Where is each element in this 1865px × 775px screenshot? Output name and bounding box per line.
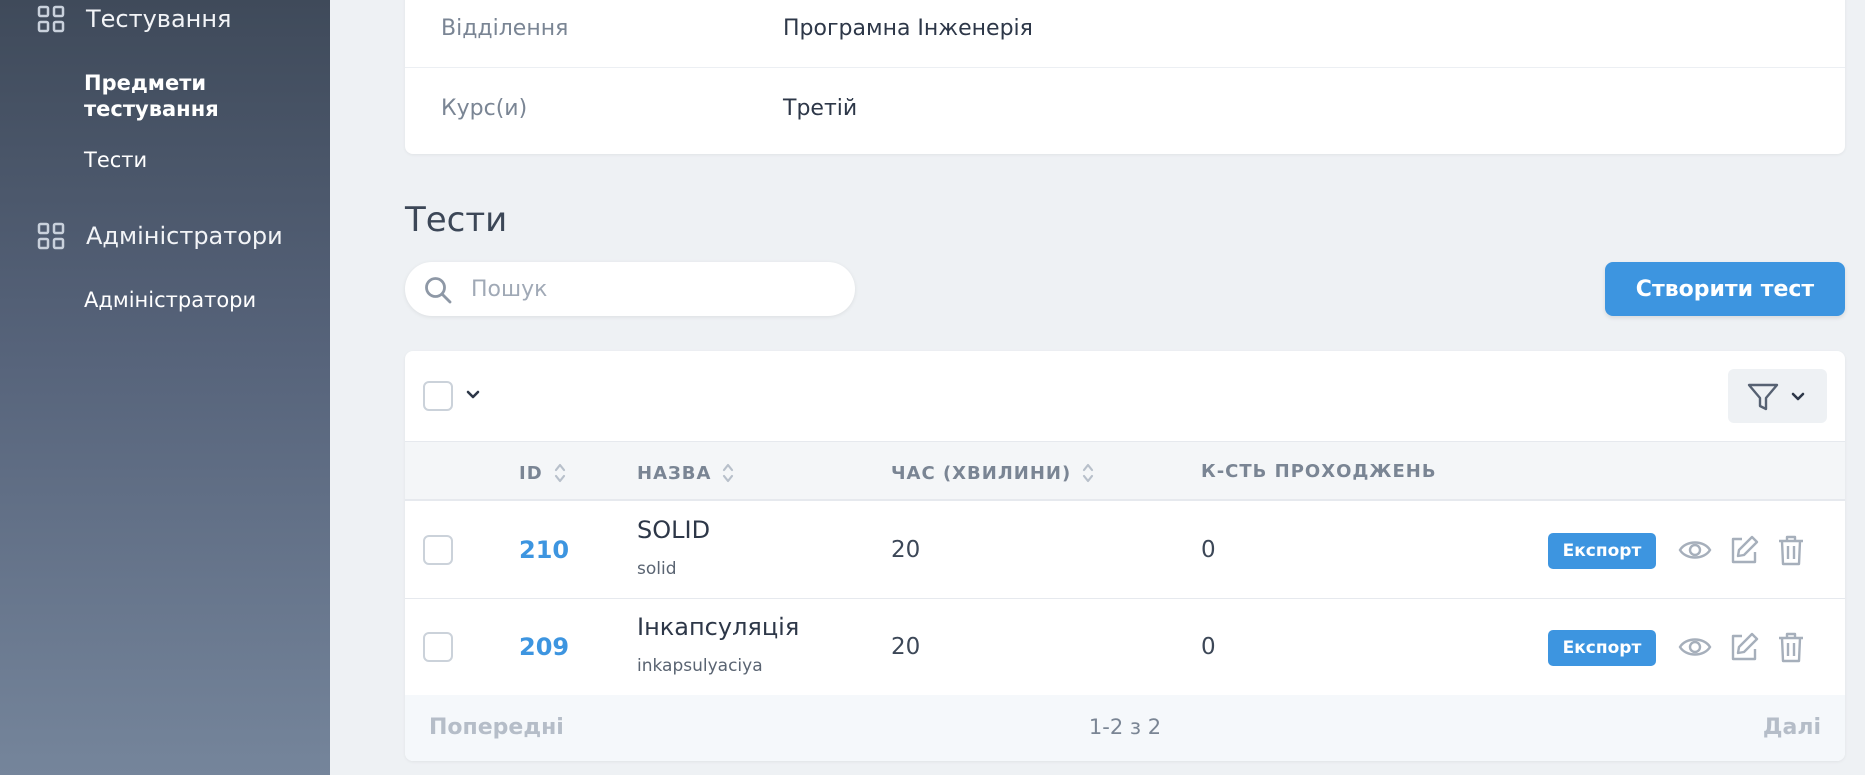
row-name: Інкапсуляція <box>637 613 800 641</box>
filter-icon <box>1747 383 1779 411</box>
sidebar-item-subjects[interactable]: Предмети тестування <box>84 70 264 122</box>
sidebar-item-admins[interactable]: Адміністратори <box>84 287 256 313</box>
row-slug: inkapsulyaciya <box>637 656 763 676</box>
row-time: 20 <box>891 634 921 660</box>
row-checkbox[interactable] <box>423 535 453 565</box>
eye-icon[interactable] <box>1677 630 1713 664</box>
column-header-label: К-СТЬ ПРОХОДЖЕНЬ <box>1201 461 1437 482</box>
column-header-name[interactable]: НАЗВА <box>637 461 735 485</box>
info-label: Курс(и) <box>441 95 528 121</box>
sort-icon <box>554 463 565 483</box>
row-count: 0 <box>1201 537 1216 563</box>
row-count: 0 <box>1201 634 1216 660</box>
sidebar-item-tests[interactable]: Тести <box>84 147 147 173</box>
eye-icon[interactable] <box>1677 533 1713 567</box>
column-header-id[interactable]: ID <box>519 461 567 485</box>
row-time: 20 <box>891 537 921 563</box>
sidebar-group-label: Тестування <box>86 5 232 33</box>
column-header-time[interactable]: ЧАС (ХВИЛИНИ) <box>891 461 1095 485</box>
info-value: Програмна Інженерія <box>783 16 1033 41</box>
edit-icon[interactable] <box>1728 630 1760 664</box>
info-row: Курс(и) Третій <box>405 69 1845 147</box>
row-checkbox[interactable] <box>423 632 453 662</box>
grid-icon <box>37 222 65 250</box>
sidebar-group-label: Адміністратори <box>86 222 283 250</box>
table-row: 210 SOLID solid 20 0 Експорт <box>405 502 1845 599</box>
trash-icon[interactable] <box>1776 630 1806 664</box>
column-header-label: ID <box>519 462 543 484</box>
sidebar: Тестування Предмети тестування Тести Адм… <box>0 0 330 775</box>
table-row: 209 Інкапсуляція inkapsulyaciya 20 0 Екс… <box>405 599 1845 696</box>
grid-icon <box>37 5 65 33</box>
tests-table: ID НАЗВА ЧАС (ХВИЛИНИ) К-СТЬ ПРОХОДЖЕНЬ … <box>405 351 1845 761</box>
search-icon <box>425 277 452 304</box>
info-row: Відділення Програмна Інженерія <box>405 0 1845 68</box>
search-input[interactable] <box>471 272 831 306</box>
column-header-label: ЧАС (ХВИЛИНИ) <box>891 462 1072 484</box>
edit-icon[interactable] <box>1728 533 1760 567</box>
column-header-label: НАЗВА <box>637 462 712 484</box>
sidebar-group-testing[interactable]: Тестування <box>36 4 231 34</box>
info-label: Відділення <box>441 16 569 41</box>
search-box <box>405 262 855 316</box>
trash-icon[interactable] <box>1776 533 1806 567</box>
table-header: ID НАЗВА ЧАС (ХВИЛИНИ) К-СТЬ ПРОХОДЖЕНЬ <box>405 441 1845 501</box>
section-title: Тести <box>405 200 508 240</box>
chevron-down-icon[interactable] <box>465 389 481 401</box>
sort-icon <box>723 463 734 483</box>
pagination-info: 1-2 з 2 <box>1088 715 1162 739</box>
filter-button[interactable] <box>1728 369 1827 423</box>
create-test-button[interactable]: Створити тест <box>1605 262 1845 316</box>
select-all-checkbox[interactable] <box>423 381 453 411</box>
next-page-button[interactable]: Далі <box>1763 715 1821 740</box>
row-id-link[interactable]: 209 <box>519 633 569 661</box>
row-name: SOLID <box>637 516 711 544</box>
row-slug: solid <box>637 559 677 579</box>
info-value: Третій <box>783 95 858 121</box>
pagination: Попередні 1-2 з 2 Далі <box>405 695 1845 761</box>
column-header-count: К-СТЬ ПРОХОДЖЕНЬ <box>1201 461 1437 482</box>
chevron-down-icon <box>1791 392 1805 401</box>
subject-info-card: Відділення Програмна Інженерія Курс(и) Т… <box>405 0 1845 154</box>
export-button[interactable]: Експорт <box>1548 630 1656 666</box>
row-id-link[interactable]: 210 <box>519 536 569 564</box>
sort-icon <box>1083 463 1094 483</box>
sidebar-group-admins[interactable]: Адміністратори <box>36 221 283 251</box>
export-button[interactable]: Експорт <box>1548 533 1656 569</box>
